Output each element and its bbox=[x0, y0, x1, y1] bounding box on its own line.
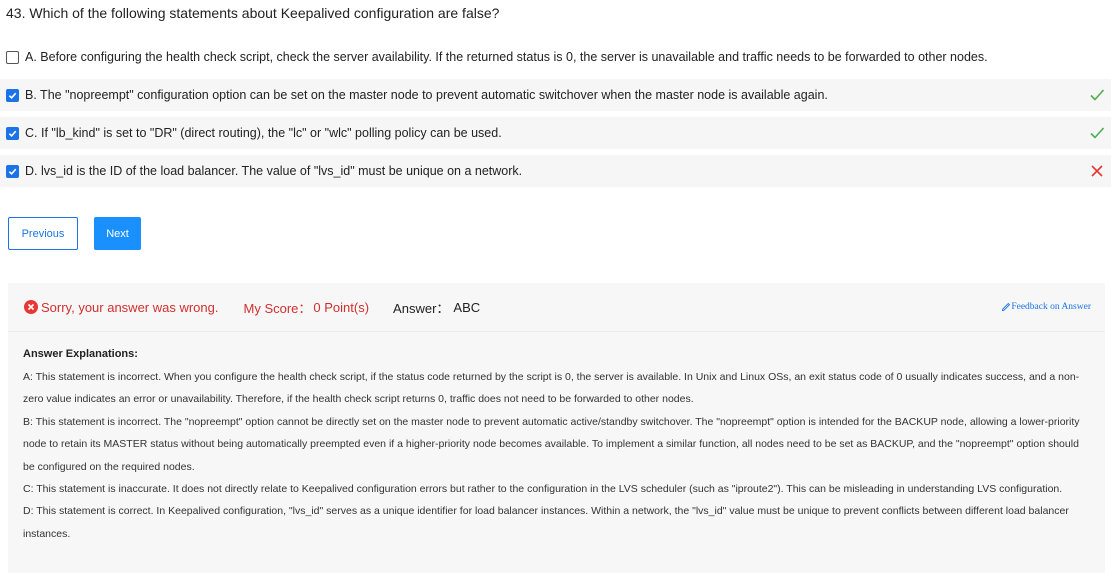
result-bar: Sorry, your answer was wrong. My Score： … bbox=[8, 283, 1105, 332]
answer-value: ABC bbox=[453, 299, 481, 315]
checkbox-a[interactable] bbox=[6, 50, 19, 64]
explanation-a: A: This statement is incorrect. When you… bbox=[23, 371, 1080, 406]
error-icon bbox=[24, 300, 38, 314]
edit-icon bbox=[1002, 302, 1011, 312]
option-d[interactable]: D. lvs_id is the ID of the load balancer… bbox=[0, 155, 1111, 187]
correct-checkmark-icon bbox=[1090, 89, 1105, 101]
option-c-text: C. If "lb_kind" is set to "DR" (direct r… bbox=[25, 126, 502, 140]
explanations-body: A: This statement is incorrect. When you… bbox=[23, 366, 1091, 545]
result-message: Sorry, your answer was wrong. bbox=[41, 299, 219, 315]
explanation-c: C: This statement is inaccurate. It does… bbox=[23, 483, 1063, 496]
feedback-link[interactable]: Feedback on Answer bbox=[1001, 302, 1091, 312]
next-button[interactable]: Next bbox=[94, 217, 141, 250]
option-c[interactable]: C. If "lb_kind" is set to "DR" (direct r… bbox=[0, 117, 1111, 149]
option-b-text: B. The "nopreempt" configuration option … bbox=[25, 88, 828, 102]
check-icon bbox=[8, 168, 17, 175]
question-text: 43. Which of the following statements ab… bbox=[6, 5, 500, 21]
option-d-text: D. lvs_id is the ID of the load balancer… bbox=[25, 164, 523, 178]
wrong-cross-icon bbox=[1091, 165, 1103, 177]
feedback-label: Feedback on Answer bbox=[1011, 302, 1091, 312]
checkbox-c[interactable] bbox=[6, 126, 19, 140]
checkbox-b[interactable] bbox=[6, 88, 19, 102]
option-a-text: A. Before configuring the health check s… bbox=[25, 50, 988, 64]
check-icon bbox=[8, 130, 17, 137]
option-a[interactable]: A. Before configuring the health check s… bbox=[0, 41, 1111, 73]
checkbox-d[interactable] bbox=[6, 164, 19, 178]
score-value: 0 Point(s) bbox=[313, 299, 370, 315]
answer-panel: Sorry, your answer was wrong. My Score： … bbox=[8, 283, 1105, 573]
option-b[interactable]: B. The "nopreempt" configuration option … bbox=[0, 79, 1111, 111]
answer-label: Answer： bbox=[393, 300, 450, 316]
check-icon bbox=[8, 92, 17, 99]
previous-button[interactable]: Previous bbox=[8, 217, 78, 250]
correct-checkmark-icon bbox=[1090, 127, 1105, 139]
explanation-d: D: This statement is correct. In Keepali… bbox=[23, 505, 1069, 540]
explanation-b: B: This statement is incorrect. The "nop… bbox=[23, 415, 1080, 473]
score-label: My Score： bbox=[243, 300, 312, 316]
explanations-title: Answer Explanations: bbox=[23, 348, 138, 360]
